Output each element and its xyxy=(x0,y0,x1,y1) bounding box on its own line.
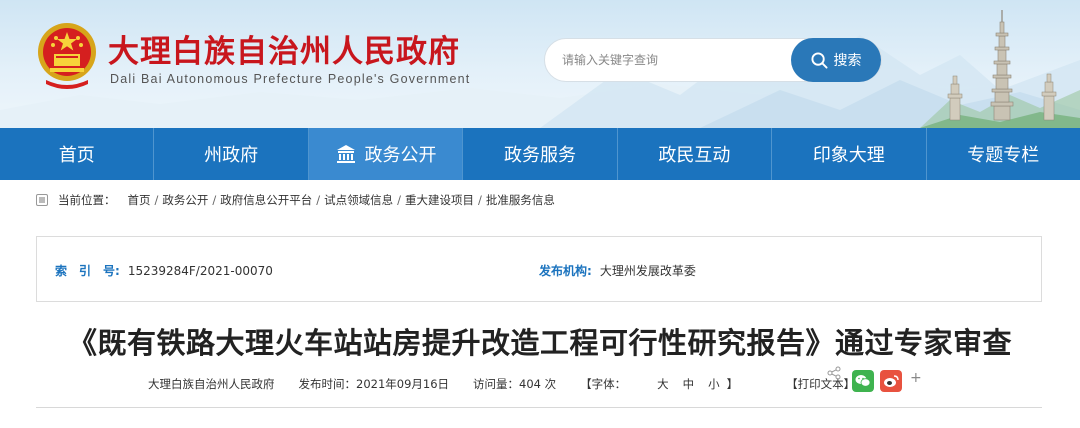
nav-item-government-services[interactable]: 政务服务 xyxy=(463,128,618,180)
publisher-row: 发布机构: 大理州发展改革委 xyxy=(539,262,696,279)
breadcrumb-link-pilot-info[interactable]: 试点领域信息 xyxy=(324,192,393,208)
main-nav: 首页 州政府 政务公开 政务服务 政民互动 印象大理 专题专栏 xyxy=(0,128,1080,180)
breadcrumb-link-info-platform[interactable]: 政府信息公开平台 xyxy=(220,192,312,208)
share-bar: + xyxy=(826,364,926,394)
article-source: 大理白族自治州人民政府 xyxy=(148,377,275,391)
weibo-share-button[interactable] xyxy=(880,370,902,392)
nav-item-special-topics[interactable]: 专题专栏 xyxy=(927,128,1080,180)
nav-item-government-affairs-disclosure[interactable]: 政务公开 xyxy=(308,128,464,180)
index-number-value: 15239284F/2021-00070 xyxy=(127,264,273,278)
search-icon xyxy=(810,51,828,69)
site-subtitle: Dali Bai Autonomous Prefecture People's … xyxy=(110,72,471,86)
meta-divider xyxy=(36,407,1042,408)
national-emblem-icon xyxy=(38,23,96,89)
font-size-prefix: 【字体： xyxy=(580,377,627,391)
site-title: 大理白族自治州人民政府 xyxy=(108,34,460,70)
search-box: 搜索 xyxy=(544,38,882,82)
breadcrumb-link-approval-info[interactable]: 批准服务信息 xyxy=(486,192,555,208)
breadcrumb-separator: / xyxy=(154,193,159,207)
nav-item-label: 首页 xyxy=(58,145,95,166)
breadcrumb-link-home[interactable]: 首页 xyxy=(128,192,151,208)
nav-item-public-interaction[interactable]: 政民互动 xyxy=(618,128,773,180)
temple-icon xyxy=(336,145,355,163)
nav-item-label: 印象大理 xyxy=(812,145,885,166)
publisher-label: 发布机构: xyxy=(539,264,592,278)
wechat-icon xyxy=(855,375,871,387)
nav-item-home[interactable]: 首页 xyxy=(0,128,155,180)
nav-item-label: 专题专栏 xyxy=(967,145,1040,166)
publisher-value: 大理州发展改革委 xyxy=(599,264,696,278)
breadcrumb-separator: / xyxy=(316,193,321,207)
index-number-label: 索 引 号: xyxy=(55,264,120,278)
article-publish-time: 发布时间：2021年09月16日 xyxy=(298,377,450,391)
search-button-label: 搜索 xyxy=(833,53,862,69)
article-title: 《既有铁路大理火车站站房提升改造工程可行性研究报告》通过专家审查 xyxy=(67,326,1012,360)
site-header: 大理白族自治州人民政府 Dali Bai Autonomous Prefectu… xyxy=(0,0,1080,128)
font-size-medium[interactable]: 中 xyxy=(683,377,695,391)
share-more-button[interactable]: + xyxy=(910,370,922,386)
index-number-row: 索 引 号: 15239284F/2021-00070 xyxy=(55,262,273,279)
article-views: 访问量：404 次 xyxy=(473,377,557,391)
nav-item-label: 州政府 xyxy=(204,145,259,166)
nav-item-prefecture-government[interactable]: 州政府 xyxy=(154,128,309,180)
font-size-control: 【字体： 大中小】 xyxy=(580,376,762,392)
font-size-small[interactable]: 小 xyxy=(708,377,720,391)
font-size-suffix: 】 xyxy=(726,377,739,391)
share-icon[interactable] xyxy=(826,366,842,380)
breadcrumb-separator: / xyxy=(478,193,482,207)
pagoda-illustration xyxy=(920,10,1080,128)
font-size-large[interactable]: 大 xyxy=(657,377,669,391)
breadcrumb-link-major-projects[interactable]: 重大建设项目 xyxy=(405,192,474,208)
nav-item-impression-dali[interactable]: 印象大理 xyxy=(772,128,927,180)
nav-item-label: 政务服务 xyxy=(503,145,576,166)
breadcrumb: 当前位置： 首页 / 政务公开 / 政府信息公开平台 / 试点领域信息 / 重大… xyxy=(36,190,555,210)
nav-item-label: 政民互动 xyxy=(658,145,731,166)
document-info-box: 索 引 号: 15239284F/2021-00070 发布机构: 大理州发展改革委 xyxy=(36,236,1042,302)
nav-item-label: 政务公开 xyxy=(364,145,437,166)
breadcrumb-separator: / xyxy=(212,193,217,207)
weibo-icon xyxy=(884,375,899,387)
breadcrumb-prefix: 当前位置： xyxy=(58,193,116,207)
breadcrumb-link-government-affairs[interactable]: 政务公开 xyxy=(162,192,208,208)
article-meta: 大理白族自治州人民政府 发布时间：2021年09月16日 访问量：404 次 【… xyxy=(148,376,879,392)
breadcrumb-icon xyxy=(36,194,48,206)
search-button[interactable]: 搜索 xyxy=(791,38,881,82)
wechat-share-button[interactable] xyxy=(852,370,874,392)
breadcrumb-separator: / xyxy=(397,193,401,207)
search-input[interactable] xyxy=(545,39,795,81)
